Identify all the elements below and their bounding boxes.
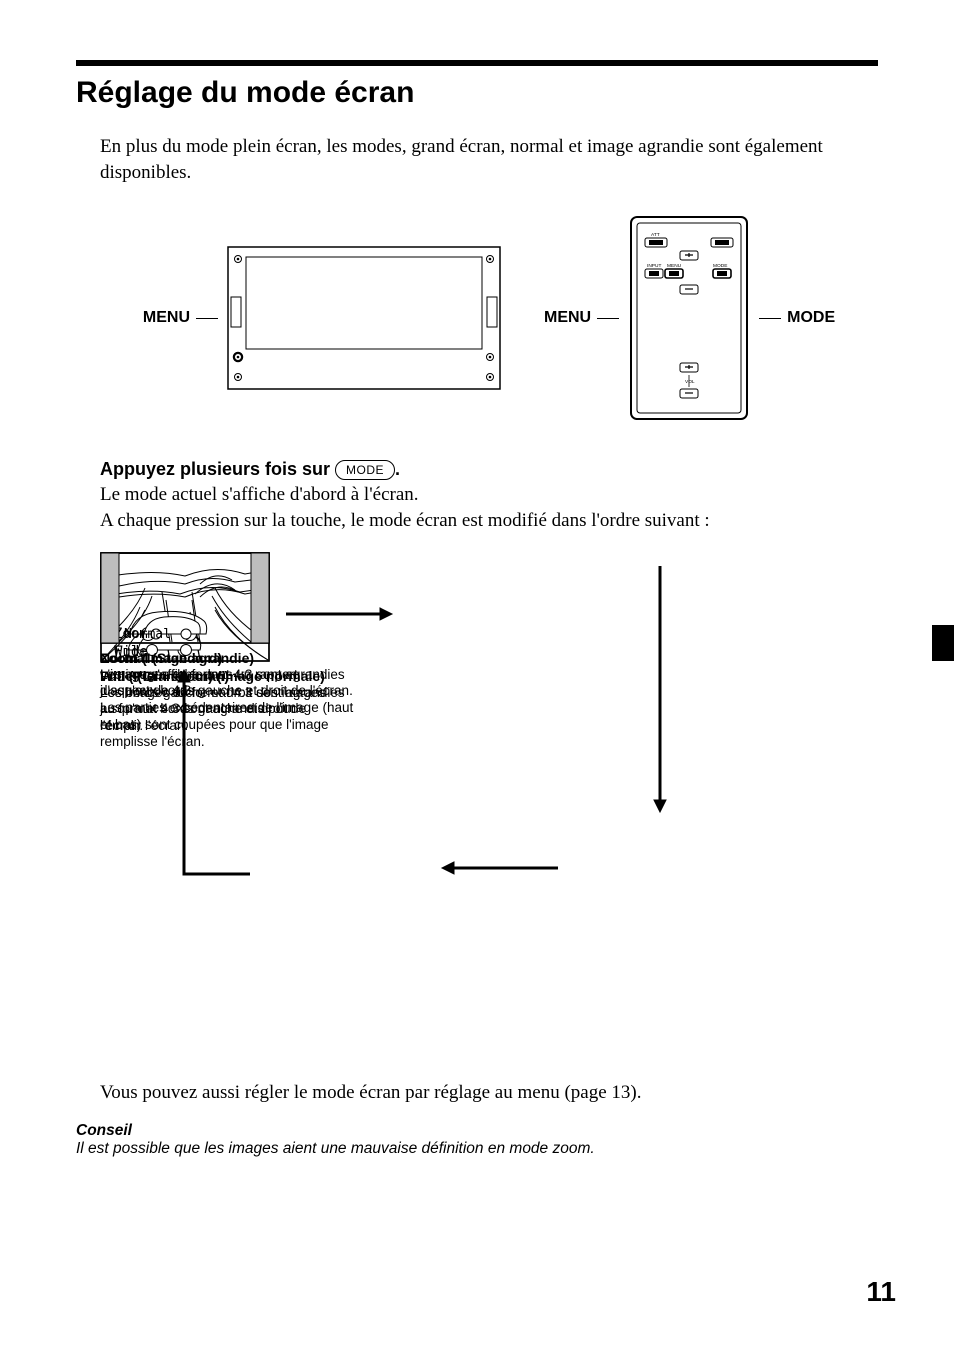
mode-button-pill: MODE xyxy=(335,460,395,480)
instruction-block: Appuyez plusieurs fois sur MODE. Le mode… xyxy=(100,459,878,533)
arrow-right-icon xyxy=(284,606,394,622)
tip-body: Il est possible que les images aient une… xyxy=(76,1140,878,1158)
leader-line xyxy=(597,318,619,319)
instruction-heading: Appuyez plusieurs fois sur MODE. xyxy=(100,459,878,480)
arrow-up-icon xyxy=(174,668,254,878)
monitor-diagram: MENU xyxy=(143,213,504,423)
section-rule xyxy=(76,60,878,66)
mode-cycle-diagram: Full Full (Plein écran) (image normale) … xyxy=(100,552,878,1082)
mode-normal-badge: Normal xyxy=(124,627,171,642)
page-title: Réglage du mode écran xyxy=(76,76,878,110)
remote-input-text: INPUT xyxy=(647,263,661,269)
remote-mode-label: MODE xyxy=(787,309,835,327)
arrow-down-icon xyxy=(652,564,668,814)
remote-svg: ATT INPUT MENU MODE VOL xyxy=(625,213,753,423)
remote-menu-label: MENU xyxy=(544,309,591,327)
instruction-line-1: Le mode actuel s'affiche d'abord à l'écr… xyxy=(100,482,878,508)
instruction-line-2: A chaque pression sur la touche, le mode… xyxy=(100,508,878,534)
leader-line xyxy=(759,318,781,319)
monitor-menu-label: MENU xyxy=(143,309,190,327)
remote-diagram: MENU ATT INPUT MENU MODE xyxy=(544,213,835,423)
monitor-svg xyxy=(224,243,504,393)
instr-suffix: . xyxy=(395,459,400,479)
instr-prefix: Appuyez plusieurs fois sur xyxy=(100,459,335,479)
closing-paragraph: Vous pouvez aussi régler le mode écran p… xyxy=(100,1082,878,1104)
remote-att-text: ATT xyxy=(651,232,660,238)
arrow-left-icon xyxy=(440,860,560,876)
page-number: 11 xyxy=(866,1276,896,1308)
remote-menu-text: MENU xyxy=(667,263,682,269)
page-content: Réglage du mode écran En plus du mode pl… xyxy=(0,0,954,1352)
intro-paragraph: En plus du mode plein écran, les modes, … xyxy=(76,134,878,185)
tip-heading: Conseil xyxy=(76,1122,878,1140)
remote-vol-text: VOL xyxy=(685,379,695,385)
remote-mode-text: MODE xyxy=(713,263,727,269)
hardware-diagrams: MENU MENU xyxy=(100,213,878,423)
mode-normal-title: Normal (Standard) xyxy=(100,650,320,666)
leader-line xyxy=(196,318,218,319)
